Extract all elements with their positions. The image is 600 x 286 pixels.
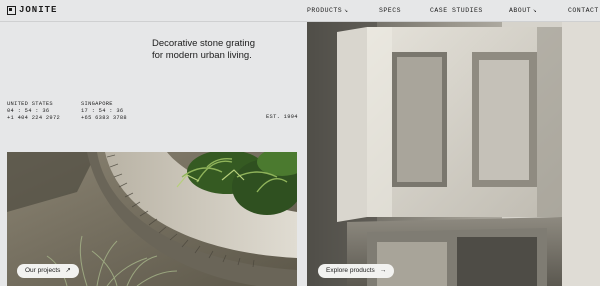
hero-tagline: Decorative stone grating for modern urba… <box>152 38 292 62</box>
projects-image[interactable]: Our projects ↗ <box>7 152 297 286</box>
main-nav: PRODUCTS ↘ SPECS CASE STUDIES ABOUT ↘ CONT… <box>0 7 600 17</box>
our-projects-label: Our projects <box>25 267 61 274</box>
tagline-line: Decorative stone grating <box>152 38 255 49</box>
office-time: 04 : 54 : 36 <box>7 108 50 114</box>
nav-item-contact[interactable]: CONTACT <box>568 7 599 14</box>
our-projects-button[interactable]: Our projects ↗ <box>17 264 79 278</box>
nav-item-label: PRODUCTS <box>307 7 343 14</box>
explore-products-button[interactable]: Explore products → <box>318 264 395 278</box>
stone-blocks-photo <box>307 22 600 286</box>
nav-item-label: ABOUT <box>509 7 532 14</box>
nav-item-label: CONTACT <box>568 7 599 14</box>
established-year: EST. 1994 <box>266 114 298 120</box>
arrow-up-right-icon: ↗ <box>65 267 71 274</box>
nav-item-case-studies[interactable]: CASE STUDIES <box>430 7 483 14</box>
arrow-down-right-icon: ↘ <box>344 7 349 14</box>
explore-products-label: Explore products <box>326 267 375 274</box>
office-time: 17 : 54 : 36 <box>81 108 124 114</box>
office-singapore: SINGAPORE 17 : 54 : 36 +65 6383 3788 <box>81 101 127 122</box>
nav-item-about[interactable]: ABOUT ↘ <box>509 7 537 14</box>
site-header: JONITE PRODUCTS ↘ SPECS CASE STUDIES ABOU… <box>0 0 600 22</box>
office-united-states: UNITED STATES 04 : 54 : 36 +1 404 224 29… <box>7 101 60 122</box>
nav-item-specs[interactable]: SPECS <box>379 7 401 14</box>
nav-item-label: CASE STUDIES <box>430 7 483 14</box>
office-phone[interactable]: +65 6383 3788 <box>81 115 127 122</box>
arrow-down-right-icon: ↘ <box>533 7 538 14</box>
tagline-line: for modern urban living. <box>152 50 252 61</box>
office-country: UNITED STATES <box>7 101 53 107</box>
office-phone[interactable]: +1 404 224 2972 <box>7 115 60 122</box>
nav-item-label: SPECS <box>379 7 402 14</box>
nav-item-products[interactable]: PRODUCTS ↘ <box>307 7 348 14</box>
products-image[interactable]: Explore products → <box>307 22 600 286</box>
arrow-right-icon: → <box>379 267 387 274</box>
office-country: SINGAPORE <box>81 101 113 107</box>
